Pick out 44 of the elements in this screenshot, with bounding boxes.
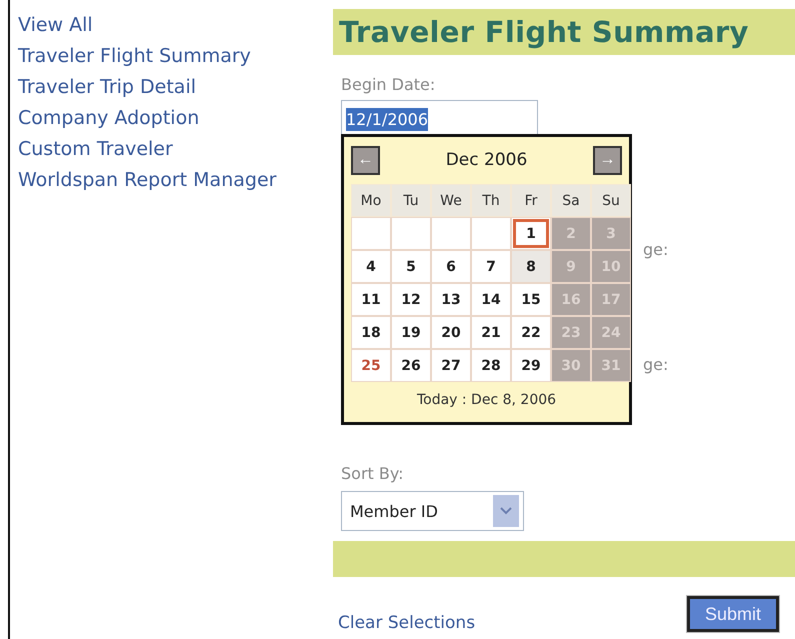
calendar-day[interactable]: 25 bbox=[351, 349, 391, 382]
sidebar-link[interactable]: Traveler Flight Summary bbox=[18, 41, 333, 72]
field-label: ge: bbox=[643, 355, 670, 374]
calendar-day[interactable]: 11 bbox=[351, 283, 391, 316]
calendar-day[interactable]: 26 bbox=[391, 349, 431, 382]
sidebar-link[interactable]: Custom Traveler bbox=[18, 134, 333, 165]
calendar-day[interactable]: 22 bbox=[511, 316, 551, 349]
calendar-day[interactable]: 28 bbox=[471, 349, 511, 382]
weekday-header: Sa bbox=[551, 184, 591, 217]
calendar-day[interactable]: 13 bbox=[431, 283, 471, 316]
calendar-day[interactable]: 1 bbox=[511, 217, 551, 250]
today-label: Today : Dec 8, 2006 bbox=[416, 390, 558, 410]
calendar-day[interactable]: 27 bbox=[431, 349, 471, 382]
chevron-down-icon bbox=[493, 495, 519, 527]
weekday-header: We bbox=[431, 184, 471, 217]
field-label: ge: bbox=[643, 240, 670, 259]
calendar-day[interactable]: 19 bbox=[391, 316, 431, 349]
calendar-day[interactable]: 15 bbox=[511, 283, 551, 316]
clear-selections-link[interactable]: Clear Selections bbox=[338, 613, 476, 633]
field-label: Begin Date: bbox=[341, 75, 436, 94]
calendar-day[interactable]: 6 bbox=[431, 250, 471, 283]
calendar-day[interactable]: 21 bbox=[471, 316, 511, 349]
weekday-header: Mo bbox=[351, 184, 391, 217]
weekday-header: Fr bbox=[511, 184, 551, 217]
page-title: Traveler Flight Summary bbox=[339, 15, 749, 49]
sidebar-link[interactable]: Worldspan Report Manager bbox=[18, 165, 333, 196]
field-label: Sort By: bbox=[341, 464, 405, 483]
calendar-day[interactable]: 12 bbox=[391, 283, 431, 316]
calendar-day[interactable]: 18 bbox=[351, 316, 391, 349]
sidebar-link[interactable]: View All bbox=[18, 10, 333, 41]
calendar-day[interactable]: 29 bbox=[511, 349, 551, 382]
calendar-day[interactable]: 5 bbox=[391, 250, 431, 283]
calendar-day[interactable]: 20 bbox=[431, 316, 471, 349]
month-title: Dec 2006 bbox=[446, 150, 528, 170]
sidebar-link[interactable]: Company Adoption bbox=[18, 103, 333, 134]
sort-by-select[interactable]: Member ID bbox=[341, 491, 524, 531]
calendar-day[interactable]: 4 bbox=[351, 250, 391, 283]
weekday-header: Tu bbox=[391, 184, 431, 217]
sidebar-link[interactable]: Traveler Trip Detail bbox=[18, 72, 333, 103]
calendar-day[interactable]: 14 bbox=[471, 283, 511, 316]
weekday-header: Su bbox=[591, 184, 631, 217]
weekday-header: Th bbox=[471, 184, 511, 217]
calendar-day[interactable]: 7 bbox=[471, 250, 511, 283]
calendar-day[interactable]: 8 bbox=[511, 250, 551, 283]
